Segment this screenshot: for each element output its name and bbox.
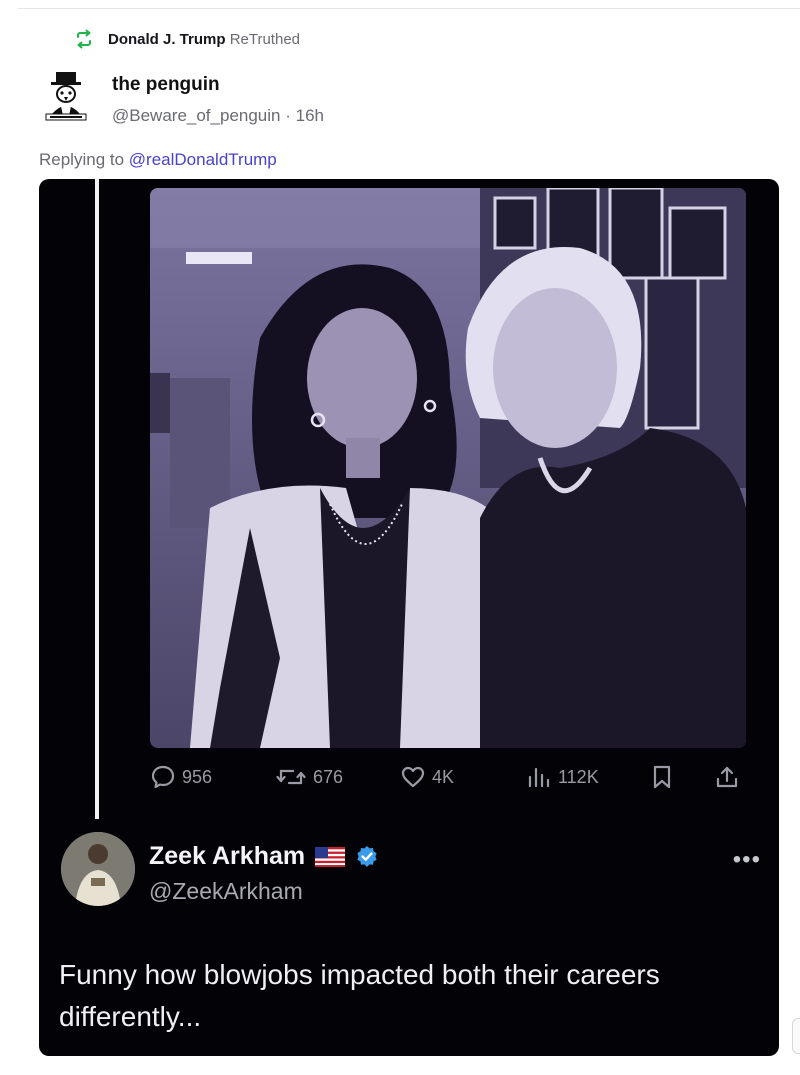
replying-to: Replying to @realDonaldTrump <box>39 150 277 170</box>
quoted-handle[interactable]: @ZeekArkham <box>149 878 303 905</box>
share-icon <box>716 766 738 788</box>
repost-count: 676 <box>313 766 344 787</box>
retruth-header: Donald J. Trump ReTruthed <box>74 28 300 50</box>
like-count: 4K <box>432 766 455 787</box>
views-chart-icon <box>528 767 550 788</box>
side-scroll-handle[interactable] <box>792 1018 800 1054</box>
retruth-icon <box>77 29 91 49</box>
top-divider <box>18 8 800 9</box>
reply-count: 956 <box>182 766 213 787</box>
meta-separator: · <box>285 106 291 125</box>
verified-badge-icon <box>357 845 377 867</box>
replying-mention-link[interactable]: @realDonaldTrump <box>129 150 277 169</box>
post-display-name[interactable]: the penguin <box>112 74 324 96</box>
reply-icon <box>151 765 175 789</box>
views-count: 112K <box>558 766 599 787</box>
quoted-avatar[interactable] <box>61 832 135 906</box>
views-stat[interactable]: 112K <box>526 764 599 790</box>
quoted-display-name[interactable]: Zeek Arkham <box>149 842 305 871</box>
post-media-image[interactable]: 956 676 4K 112K Zeek Arkham @ZeekArkham … <box>39 179 779 1056</box>
post-author: the penguin @Beware_of_penguin · 16h <box>42 70 324 126</box>
embedded-photo <box>150 188 746 748</box>
photo-illustration <box>150 188 746 748</box>
bookmark-button[interactable] <box>650 764 674 790</box>
post-handle[interactable]: @Beware_of_penguin <box>112 106 281 125</box>
quoted-name-row: Zeek Arkham <box>149 842 379 871</box>
person-avatar-icon <box>61 832 135 906</box>
post-stats-bar: 956 676 4K 112K <box>150 764 746 794</box>
repost-stat[interactable]: 676 <box>275 764 343 790</box>
repost-icon <box>276 769 306 785</box>
quoted-post-text: Funny how blowjobs impacted both their c… <box>59 959 660 1032</box>
us-flag-icon <box>315 846 346 867</box>
penguin-avatar-icon <box>42 70 90 122</box>
heart-icon <box>401 766 425 788</box>
more-options-icon[interactable]: ••• <box>733 846 761 874</box>
retruth-user-link[interactable]: Donald J. Trump ReTruthed <box>108 31 300 48</box>
post-meta: @Beware_of_penguin · 16h <box>112 106 324 126</box>
avatar[interactable] <box>42 70 90 122</box>
thread-line <box>95 179 99 819</box>
post-time[interactable]: 16h <box>296 106 324 125</box>
like-stat[interactable]: 4K <box>400 764 454 790</box>
bookmark-icon <box>653 765 671 789</box>
replying-prefix: Replying to <box>39 150 125 169</box>
share-button[interactable] <box>714 764 740 790</box>
reply-stat[interactable]: 956 <box>150 764 212 790</box>
